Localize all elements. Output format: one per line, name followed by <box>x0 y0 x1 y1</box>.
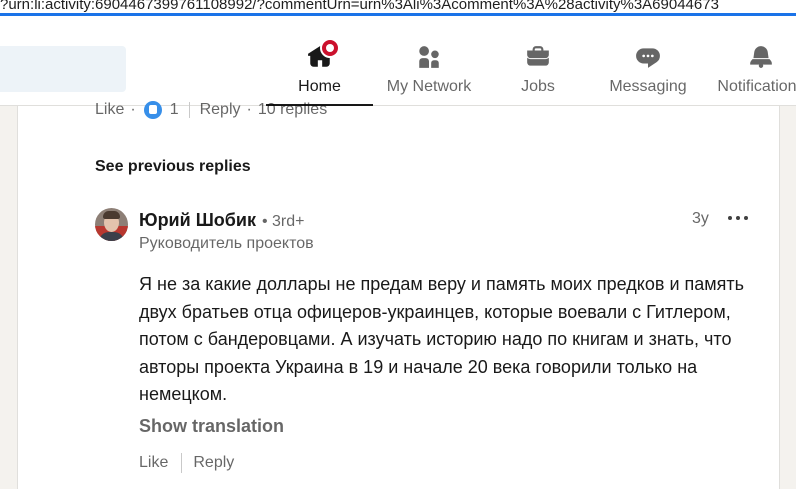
people-icon <box>416 44 442 70</box>
nav-item-jobs[interactable]: Jobs <box>494 38 582 106</box>
bell-icon <box>748 44 774 70</box>
author-headline: Руководитель проектов <box>139 235 314 252</box>
comment-timestamp: 3y <box>692 210 709 227</box>
nav-label-jobs: Jobs <box>521 78 555 95</box>
reply-author-line: Юрий Шобик • 3rd+ <box>139 210 304 231</box>
like-button[interactable]: Like <box>139 454 168 472</box>
nav-label-home: Home <box>298 78 341 95</box>
reply-actions: Like Reply <box>139 453 234 473</box>
ellipsis-icon <box>728 216 732 220</box>
nav-item-my-network[interactable]: My Network <box>374 38 484 106</box>
home-icon <box>307 38 340 70</box>
reply-button[interactable]: Reply <box>193 454 234 472</box>
address-bar-url[interactable]: ?urn:li:activity:6904467399761108992/?co… <box>0 0 719 13</box>
show-translation-button[interactable]: Show translation <box>139 416 284 437</box>
action-divider <box>188 102 190 118</box>
connection-degree: • 3rd+ <box>261 213 305 230</box>
nav-item-home[interactable]: Home <box>266 38 373 106</box>
reaction-count[interactable]: 1 <box>170 101 179 119</box>
nav-item-notifications[interactable]: Notifications <box>706 38 796 106</box>
avatar[interactable] <box>95 208 128 241</box>
chat-bubble-icon <box>635 44 661 70</box>
previous-comment-actions: Like · 1 Reply · 10 replies <box>95 98 327 122</box>
nav-label-notifications: Notifications <box>717 78 796 95</box>
nav-label-my-network: My Network <box>386 78 472 95</box>
see-previous-replies-button[interactable]: See previous replies <box>95 158 251 176</box>
search-input[interactable] <box>0 46 126 92</box>
author-name-link[interactable]: Юрий Шобик <box>139 210 256 231</box>
notification-badge <box>319 38 340 58</box>
like-reaction-icon <box>143 101 162 119</box>
previous-reply-button[interactable]: Reply <box>200 101 241 119</box>
replies-count-link[interactable]: 10 replies <box>258 101 327 119</box>
comment-thread-card: Like · 1 Reply · 10 replies See previous… <box>17 101 780 489</box>
nav-item-messaging[interactable]: Messaging <box>600 38 696 106</box>
dot-separator: · <box>130 101 136 118</box>
action-divider <box>181 453 183 473</box>
previous-like-button[interactable]: Like <box>95 101 124 119</box>
global-nav: Home My Network Jobs Messaging Notificat… <box>0 16 796 106</box>
comment-text: Я не за какие доллары не предам веру и п… <box>139 274 745 404</box>
nav-label-messaging: Messaging <box>609 78 687 95</box>
more-options-button[interactable] <box>726 208 750 228</box>
briefcase-icon <box>525 44 551 70</box>
address-bar[interactable]: ?urn:li:activity:6904467399761108992/?co… <box>0 0 796 16</box>
dot-separator: · <box>246 101 252 118</box>
